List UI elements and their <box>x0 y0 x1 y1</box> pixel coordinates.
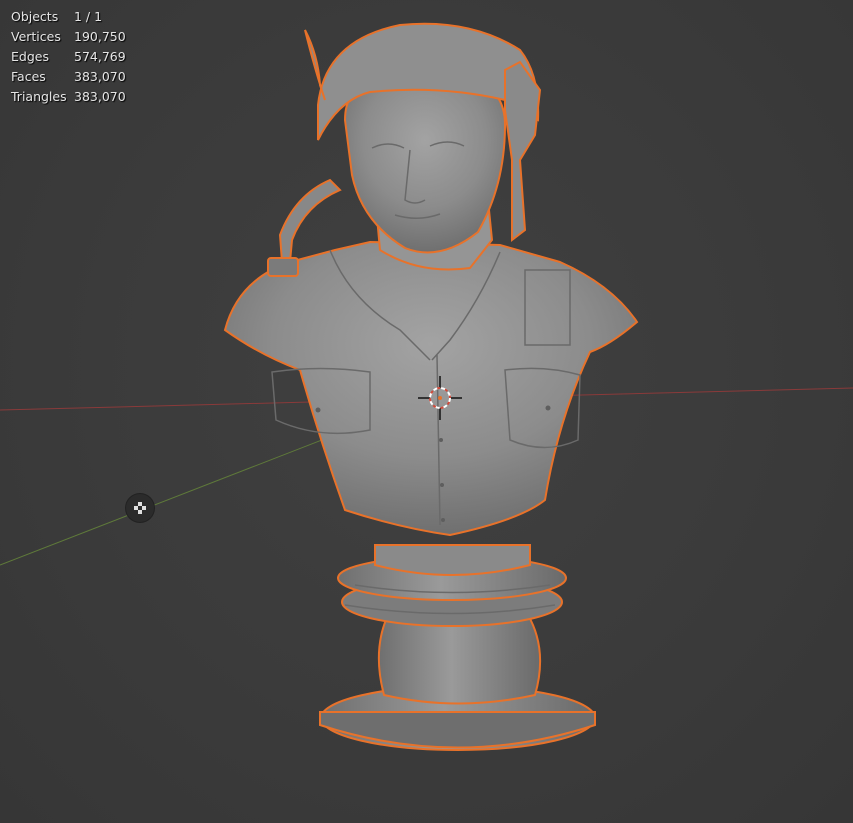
stat-vertices: Vertices 190,750 <box>11 27 126 47</box>
stat-faces: Faces 383,070 <box>11 67 126 87</box>
stat-value: 190,750 <box>74 29 126 44</box>
stat-label: Edges <box>11 49 49 64</box>
viewport-statistics: Objects 1 / 1 Vertices 190,750 Edges 574… <box>11 7 126 107</box>
stat-value: 383,070 <box>74 89 126 104</box>
bust-model[interactable] <box>223 22 639 751</box>
stat-value: 383,070 <box>74 69 126 84</box>
camera-view-icon <box>134 502 146 514</box>
stat-value: 574,769 <box>74 49 126 64</box>
stat-label: Faces <box>11 69 46 84</box>
stat-triangles: Triangles 383,070 <box>11 87 126 107</box>
stat-value: 1 / 1 <box>74 9 103 24</box>
stat-label: Triangles <box>11 89 67 104</box>
camera-view-button[interactable] <box>126 494 154 522</box>
3d-viewport[interactable]: Objects 1 / 1 Vertices 190,750 Edges 574… <box>0 0 853 823</box>
stat-edges: Edges 574,769 <box>11 47 126 67</box>
stat-label: Vertices <box>11 29 61 44</box>
scene <box>0 22 853 751</box>
stat-objects: Objects 1 / 1 <box>11 7 126 27</box>
stat-label: Objects <box>11 9 59 24</box>
